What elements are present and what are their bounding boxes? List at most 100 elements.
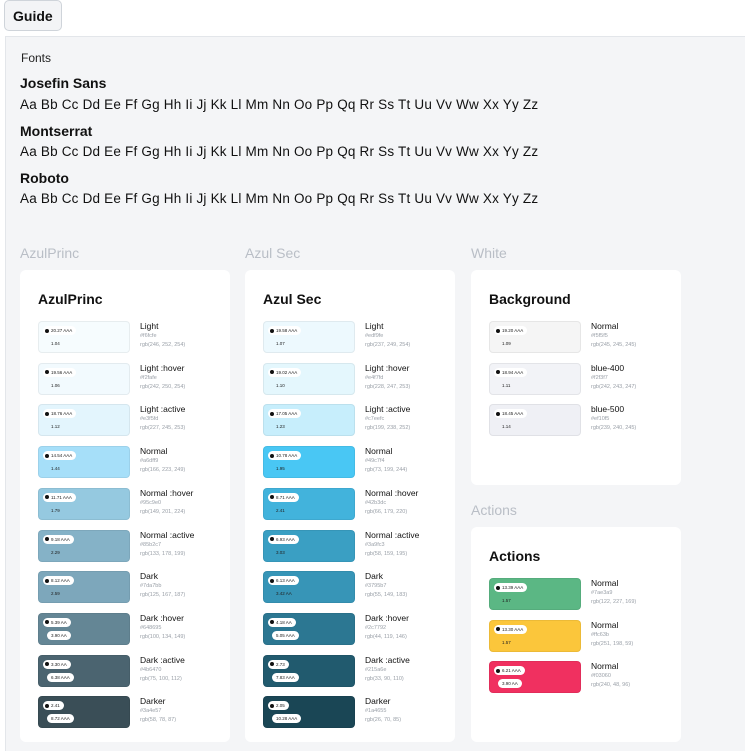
color-swatch[interactable]: 4.18 AA 5.05 AAA (263, 612, 355, 645)
color-swatch[interactable]: 13.39 AAA 1.57 (489, 578, 581, 610)
contrast-ratio: 1.10 (276, 382, 285, 388)
contrast-badge: 2.41 (43, 701, 64, 711)
color-name: Normal (591, 661, 619, 672)
contrast-badge: 10.78 AAA (268, 451, 302, 461)
contrast-badge: 13.30 AAA (494, 624, 528, 634)
contrast-value: 19.56 AAA (51, 369, 73, 375)
contrast-dot-icon (45, 620, 49, 625)
color-swatch[interactable]: 18.94 AAA 1.11 (489, 362, 581, 395)
contrast-ratio: 1.09 (502, 341, 511, 346)
contrast-dot-icon (270, 620, 274, 625)
color-swatch[interactable]: 18.76 AAA 1.12 (38, 404, 130, 437)
contrast-dot-icon (45, 537, 49, 541)
color-hex: #c7eefc (365, 416, 385, 423)
contrast-badge: 9.18 AAA (43, 534, 74, 544)
color-rgb: rgb(100, 134, 149) (140, 633, 186, 640)
contrast-ratio: 8.72 AAA (47, 714, 74, 724)
color-swatch[interactable]: 19.20 AAA 1.09 (489, 321, 581, 353)
contrast-ratio: 3.03 (276, 549, 285, 555)
color-name: Darker (140, 696, 166, 707)
color-swatch-row: 14.54 AAA 1.44 Normal #a6dff9 rgb(166, 223, … (38, 446, 238, 480)
contrast-dot-icon (270, 662, 274, 667)
contrast-badge: 2.05 (268, 701, 289, 711)
contrast-dot-icon (45, 411, 49, 416)
color-swatch[interactable]: 2.05 10.28 AAA (263, 696, 355, 729)
color-swatch[interactable]: 3.30 AA 6.38 AAA (38, 654, 130, 687)
color-swatch[interactable]: 5.39 AA 3.90 AA (38, 612, 130, 645)
contrast-value: 17.05 AAA (276, 411, 298, 417)
color-rgb: rgb(251, 198, 59) (591, 640, 634, 647)
color-hex: #ffc63b (591, 631, 609, 638)
color-swatch-row: 18.94 AAA 1.11 blue-400 #f2f3f7 rgb(242, 243… (489, 362, 689, 397)
contrast-dot-icon (496, 411, 500, 416)
font-name-montserrat: Montserrat (20, 123, 93, 139)
color-swatch-row: 9.18 AAA 2.29 Normal :active #85b2c7 rgb(133… (38, 529, 238, 564)
color-hex: #f5f5f5 (591, 333, 608, 339)
color-name: Dark (140, 571, 158, 582)
color-rgb: rgb(75, 100, 112) (140, 675, 182, 682)
color-swatch[interactable]: 19.02 AAA 1.10 (263, 362, 355, 395)
color-swatch[interactable]: 13.30 AAA 1.57 (489, 619, 581, 652)
color-swatch[interactable]: 8.12 AAA 2.59 (38, 571, 130, 604)
contrast-dot-icon (270, 453, 274, 458)
color-name: blue-400 (591, 362, 625, 373)
color-hex: #49c7f4 (365, 458, 385, 465)
color-rgb: rgb(133, 178, 199) (140, 550, 186, 557)
color-rgb: rgb(242, 250, 254) (140, 383, 186, 390)
color-swatch[interactable]: 2.73 7.83 AAA (263, 654, 355, 687)
color-rgb: rgb(33, 90, 110) (365, 675, 404, 682)
contrast-value: 8.12 AAA (51, 578, 70, 584)
color-name: Normal (591, 619, 619, 630)
design-canvas: Fonts Josefin Sans Aa Bb Cc Dd Ee Ff Gg … (5, 36, 745, 751)
color-swatch[interactable]: 18.45 AAA 1.14 (489, 404, 581, 437)
color-swatch-row: 18.76 AAA 1.12 Light :active #e3f5fd rgb(227… (38, 404, 238, 438)
contrast-dot-icon (45, 370, 49, 375)
color-swatch[interactable]: 8.71 AAA 2.41 (263, 487, 355, 520)
color-name: Light (140, 321, 159, 331)
color-name: Light :hover (365, 362, 410, 373)
color-swatch[interactable]: 6.93 AAA 3.03 (263, 529, 355, 562)
color-swatch[interactable]: 20.27 AAA 1.04 (38, 321, 130, 353)
color-swatch[interactable]: 17.05 AAA 1.23 (263, 404, 355, 437)
contrast-value: 18.94 AAA (502, 369, 524, 375)
contrast-value: 14.54 AAA (51, 453, 73, 459)
color-swatch-row: 8.12 AAA 2.59 Dark #7da7bb rgb(125, 167, 187… (38, 571, 238, 605)
color-swatch[interactable]: 14.54 AAA 1.44 (38, 446, 130, 479)
color-rgb: rgb(228, 247, 253) (365, 383, 411, 390)
color-rgb: rgb(55, 149, 183) (365, 592, 408, 599)
contrast-badge: 18.94 AAA (494, 367, 528, 377)
contrast-dot-icon (496, 627, 500, 632)
card-title: Background (489, 291, 571, 307)
guide-button[interactable]: Guide (4, 0, 62, 31)
contrast-badge: 6.93 AAA (268, 534, 299, 544)
color-rgb: rgb(149, 201, 224) (140, 508, 186, 515)
color-swatch[interactable]: 6.13 AAA 3.42 AA (263, 571, 355, 604)
color-swatch[interactable]: 19.58 AAA 1.07 (263, 321, 355, 353)
color-hex: #7ae3a9 (591, 590, 613, 596)
color-swatch[interactable]: 19.56 AAA 1.06 (38, 362, 130, 395)
color-swatch[interactable]: 2.41 8.72 AAA (38, 696, 130, 729)
color-swatch[interactable]: 11.71 AAA 1.79 (38, 487, 130, 520)
contrast-ratio: 1.12 (51, 424, 60, 430)
contrast-value: 9.18 AAA (51, 536, 70, 542)
palette-card-background: Background 19.20 AAA 1.09 Normal #f5f5f5 rgb… (471, 270, 681, 485)
contrast-badge: 19.58 AAA (268, 326, 302, 335)
contrast-dot-icon (496, 585, 500, 590)
color-swatch-row: 4.18 AA 5.05 AAA Dark :hover #2c7792 rgb(44,… (263, 612, 463, 647)
color-hex: #95c9e0 (140, 499, 162, 506)
color-swatch[interactable]: 9.18 AAA 2.29 (38, 529, 130, 562)
contrast-ratio: 1.06 (51, 382, 60, 388)
color-swatch-row: 17.05 AAA 1.23 Light :active #c7eefc rgb(199… (263, 404, 463, 438)
contrast-dot-icon (270, 411, 274, 416)
font-name-roboto: Roboto (20, 170, 69, 186)
contrast-value: 2.41 (51, 703, 60, 709)
color-hex: #f03060 (591, 673, 611, 680)
color-swatch[interactable]: 6.21 AAA 3.90 AA (489, 661, 581, 694)
color-rgb: rgb(58, 159, 195) (365, 550, 408, 557)
color-swatch[interactable]: 10.78 AAA 1.95 (263, 446, 355, 479)
section-title-white: White (471, 245, 507, 261)
color-hex: #e4f7fd (365, 374, 384, 381)
color-name: Dark :active (365, 654, 410, 665)
contrast-badge: 19.02 AAA (268, 367, 302, 377)
color-hex: #215a6e (365, 666, 387, 673)
